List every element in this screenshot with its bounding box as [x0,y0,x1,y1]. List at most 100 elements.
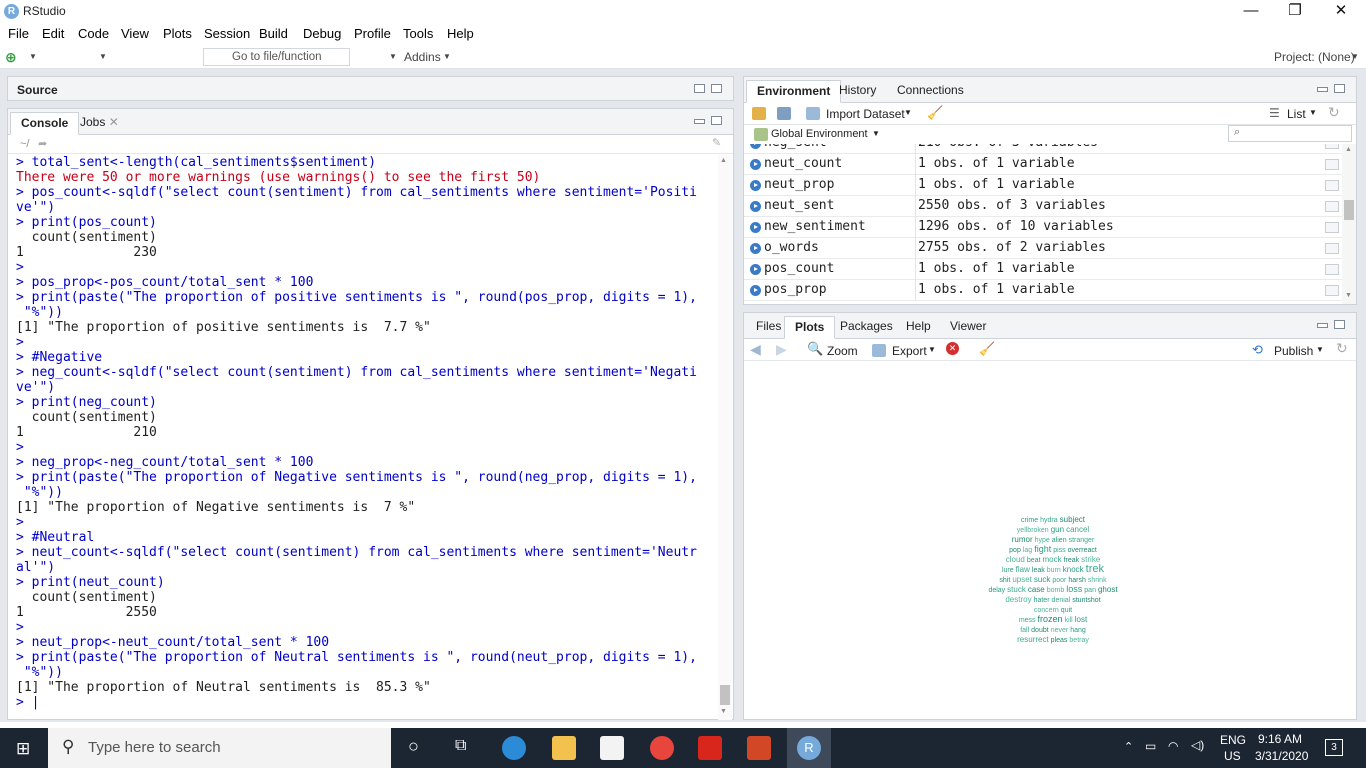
env-row[interactable]: pos_prop 1 obs. of 1 variable [744,280,1342,301]
restore-pane-icon[interactable] [711,116,722,125]
menu-file[interactable]: File [8,26,29,41]
taskbar-search-input[interactable]: Type here to search [48,728,391,768]
dropdown-arrow-icon[interactable]: ▼ [443,48,451,66]
menu-profile[interactable]: Profile [354,26,391,41]
dropdown-arrow-icon[interactable]: ▼ [29,48,37,66]
console-scrollbar[interactable]: ▲ ▼ [718,155,732,720]
view-data-icon[interactable] [1325,285,1339,296]
tab-console[interactable]: Console [10,112,80,135]
dropdown-arrow-icon[interactable]: ▼ [904,108,912,117]
env-row[interactable]: o_words 2755 obs. of 2 variables [744,238,1342,259]
view-data-icon[interactable] [1325,243,1339,254]
next-plot-icon[interactable]: ▶ [776,341,787,358]
clock-time[interactable]: 9:16 AM [1258,732,1302,746]
store-icon[interactable] [600,736,624,760]
scroll-thumb[interactable] [720,685,730,705]
expand-icon[interactable] [750,144,761,149]
view-data-icon[interactable] [1325,159,1339,170]
working-directory[interactable]: ~/ [20,138,29,150]
close-button[interactable]: ✕ [1318,0,1364,24]
file-explorer-icon[interactable] [552,736,576,760]
notifications-icon[interactable]: 3 [1325,739,1343,756]
console-output[interactable]: > total_sent<-length(cal_sentiments$sent… [16,155,716,715]
acrobat-icon[interactable] [698,736,722,760]
edge-icon[interactable] [502,736,526,760]
project-menu[interactable]: Project: (None) [1274,48,1355,66]
dropdown-arrow-icon[interactable]: ▼ [1316,345,1324,354]
goto-dir-icon[interactable]: ➦ [38,137,47,150]
menu-plots[interactable]: Plots [163,26,192,41]
powerpoint-icon[interactable] [747,736,771,760]
scroll-down-icon[interactable]: ▼ [1345,292,1352,299]
env-search-input[interactable]: ⌕ [1228,125,1352,142]
network-icon[interactable]: ▭ [1145,739,1156,753]
menu-build[interactable]: Build [259,26,288,41]
expand-icon[interactable] [750,285,761,296]
scope-selector[interactable]: Global Environment [771,128,868,140]
wifi-icon[interactable]: ◠ [1168,739,1178,753]
minimize-pane-icon[interactable] [1317,323,1328,328]
language-line2[interactable]: US [1224,749,1241,763]
menu-view[interactable]: View [121,26,149,41]
tab-connections[interactable]: Connections [887,80,974,103]
show-hidden-icons-icon[interactable]: ⌃ [1124,740,1133,753]
goto-file-input[interactable]: Go to file/function [203,48,350,66]
list-view-button[interactable]: List [1287,107,1306,121]
load-workspace-icon[interactable] [752,107,766,120]
restore-pane-icon[interactable] [694,84,705,93]
env-row[interactable]: neg_sent 210 obs. of 3 variables [744,144,1342,154]
minimize-pane-icon[interactable] [694,119,705,124]
maximize-pane-icon[interactable] [711,84,722,93]
tab-packages[interactable]: Packages [830,316,903,339]
language-line1[interactable]: ENG [1220,733,1246,747]
view-data-icon[interactable] [1325,264,1339,275]
clear-console-icon[interactable]: ✎ [712,136,721,149]
dropdown-arrow-icon[interactable]: ▼ [389,48,397,66]
task-view-icon[interactable]: ⧉ [455,737,466,755]
broom-icon[interactable]: 🧹 [927,105,943,121]
import-dataset-button[interactable]: Import Dataset [826,107,905,121]
tab-environment[interactable]: Environment [746,80,842,103]
dropdown-arrow-icon[interactable]: ▼ [928,345,936,354]
env-row[interactable]: neut_prop 1 obs. of 1 variable [744,175,1342,196]
cortana-icon[interactable]: ○ [408,736,419,757]
save-workspace-icon[interactable] [777,107,791,120]
new-file-icon[interactable]: ⊕ [5,48,17,66]
env-row[interactable]: pos_count 1 obs. of 1 variable [744,259,1342,280]
broom-icon[interactable]: 🧹 [979,341,995,357]
previous-plot-icon[interactable]: ◀ [750,341,761,358]
tab-plots[interactable]: Plots [784,316,836,339]
expand-icon[interactable] [750,264,761,275]
dropdown-arrow-icon[interactable]: ▼ [99,48,107,66]
env-scrollbar[interactable]: ▲ ▼ [1342,144,1356,304]
expand-icon[interactable] [750,180,761,191]
maximize-pane-icon[interactable] [1334,84,1345,93]
refresh-icon[interactable]: ↻ [1328,104,1340,121]
volume-icon[interactable]: ◁) [1191,738,1204,752]
expand-icon[interactable] [750,201,761,212]
tab-help[interactable]: Help [896,316,941,339]
view-data-icon[interactable] [1325,201,1339,212]
env-row[interactable]: neut_sent 2550 obs. of 3 variables [744,196,1342,217]
expand-icon[interactable] [750,222,761,233]
view-data-icon[interactable] [1325,180,1339,191]
maximize-pane-icon[interactable] [1334,320,1345,329]
env-row[interactable]: neut_count 1 obs. of 1 variable [744,154,1342,175]
windows-start-icon[interactable]: ⊞ [16,739,30,759]
menu-debug[interactable]: Debug [303,26,341,41]
dropdown-arrow-icon[interactable]: ▼ [1309,108,1317,117]
tab-history[interactable]: History [829,80,886,103]
tab-jobs[interactable]: Jobs ✕ [70,112,129,135]
refresh-icon[interactable]: ↻ [1336,340,1348,357]
menu-session[interactable]: Session [204,26,250,41]
chrome-icon[interactable] [650,736,674,760]
view-data-icon[interactable] [1325,222,1339,233]
dropdown-arrow-icon[interactable]: ▼ [872,129,880,138]
minimize-pane-icon[interactable] [1317,87,1328,92]
export-button[interactable]: Export [892,344,927,358]
scroll-down-icon[interactable]: ▼ [720,708,727,715]
expand-icon[interactable] [750,159,761,170]
restore-button[interactable]: ❐ [1272,0,1318,24]
env-row[interactable]: new_sentiment 1296 obs. of 10 variables [744,217,1342,238]
close-tab-icon[interactable]: ✕ [109,115,119,129]
